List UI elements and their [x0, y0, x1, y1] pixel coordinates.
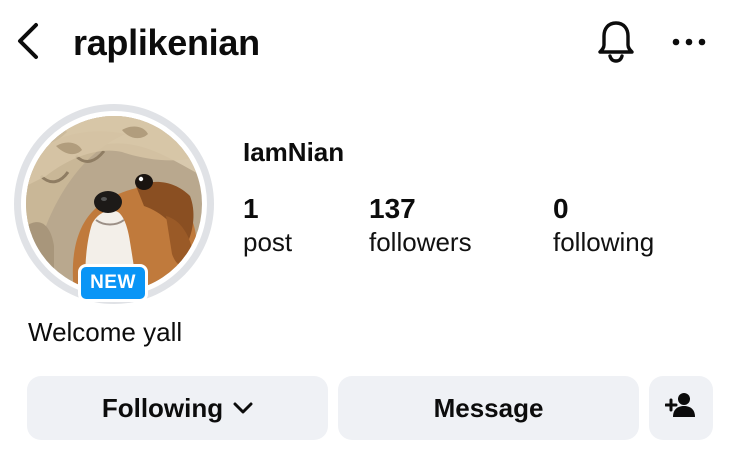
stat-posts-count: 1 [243, 193, 259, 224]
profile-display-name: IamNian [243, 137, 345, 167]
stat-followers[interactable]: 137 followers [369, 192, 472, 258]
stat-following-label: following [553, 227, 655, 257]
stat-followers-count: 137 [369, 193, 416, 224]
notifications-button[interactable] [592, 18, 640, 68]
add-user-button[interactable] [649, 376, 713, 440]
back-button[interactable] [8, 20, 48, 66]
add-person-icon [664, 392, 697, 425]
stat-following[interactable]: 0 following [553, 192, 654, 258]
more-options-button[interactable] [664, 22, 714, 64]
profile-username: raplikenian [73, 22, 260, 63]
stat-posts[interactable]: 1 post [243, 192, 292, 258]
following-button-label: Following [101, 392, 224, 423]
message-button[interactable]: Message [338, 376, 639, 440]
chevron-down-icon [233, 401, 253, 415]
stat-posts-label: post [243, 227, 293, 257]
more-horizontal-icon [671, 34, 707, 52]
chevron-left-icon [15, 21, 41, 66]
stat-followers-label: followers [369, 227, 472, 257]
stat-following-count: 0 [553, 193, 569, 224]
message-button-label: Message [433, 392, 544, 423]
following-button[interactable]: Following [27, 376, 328, 440]
profile-bio: Welcome yall [28, 317, 183, 347]
new-badge: NEW [78, 264, 148, 302]
bell-icon [596, 18, 636, 69]
